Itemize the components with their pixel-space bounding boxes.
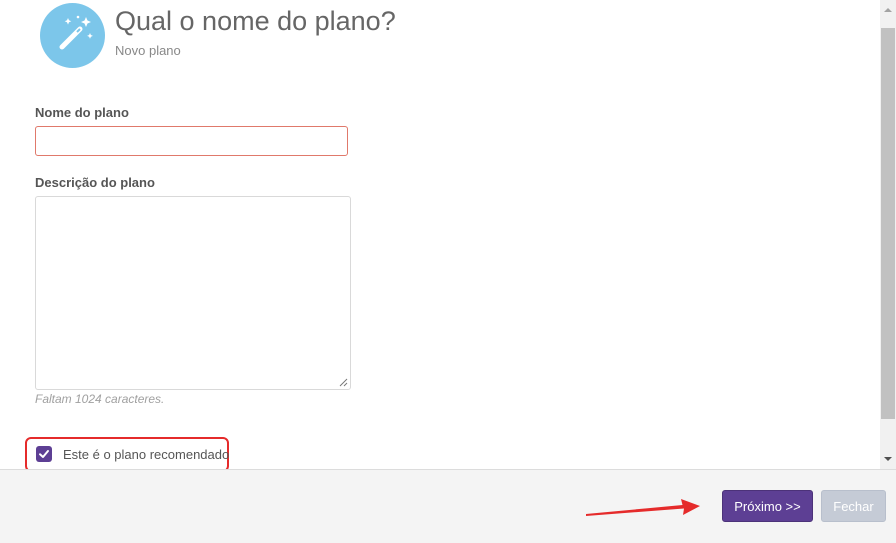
- checkmark-icon: [39, 450, 49, 458]
- magic-wand-icon: [59, 15, 93, 50]
- plan-description-label: Descrição do plano: [35, 175, 155, 190]
- scroll-down-arrow-icon[interactable]: [883, 455, 893, 463]
- plan-name-input[interactable]: [35, 126, 348, 156]
- plan-avatar: [40, 3, 105, 68]
- page-title: Qual o nome do plano?: [115, 6, 396, 36]
- annotation-arrow-icon: [586, 499, 700, 516]
- plan-description-textarea[interactable]: [35, 196, 351, 390]
- character-counter: Faltam 1024 caracteres.: [35, 392, 165, 406]
- recommended-checkbox-label[interactable]: Este é o plano recomendado: [63, 447, 229, 462]
- vertical-scrollbar-thumb[interactable]: [881, 28, 895, 419]
- dialog-content: Qual o nome do plano? Novo plano Nome do…: [0, 0, 880, 472]
- next-button[interactable]: Próximo >>: [722, 490, 813, 522]
- close-button[interactable]: Fechar: [821, 490, 886, 522]
- recommended-checkbox[interactable]: [36, 446, 52, 462]
- scroll-up-arrow-icon[interactable]: [883, 6, 893, 14]
- page-subtitle: Novo plano: [115, 43, 181, 58]
- resize-grip-icon[interactable]: [339, 378, 348, 387]
- plan-name-label: Nome do plano: [35, 105, 129, 120]
